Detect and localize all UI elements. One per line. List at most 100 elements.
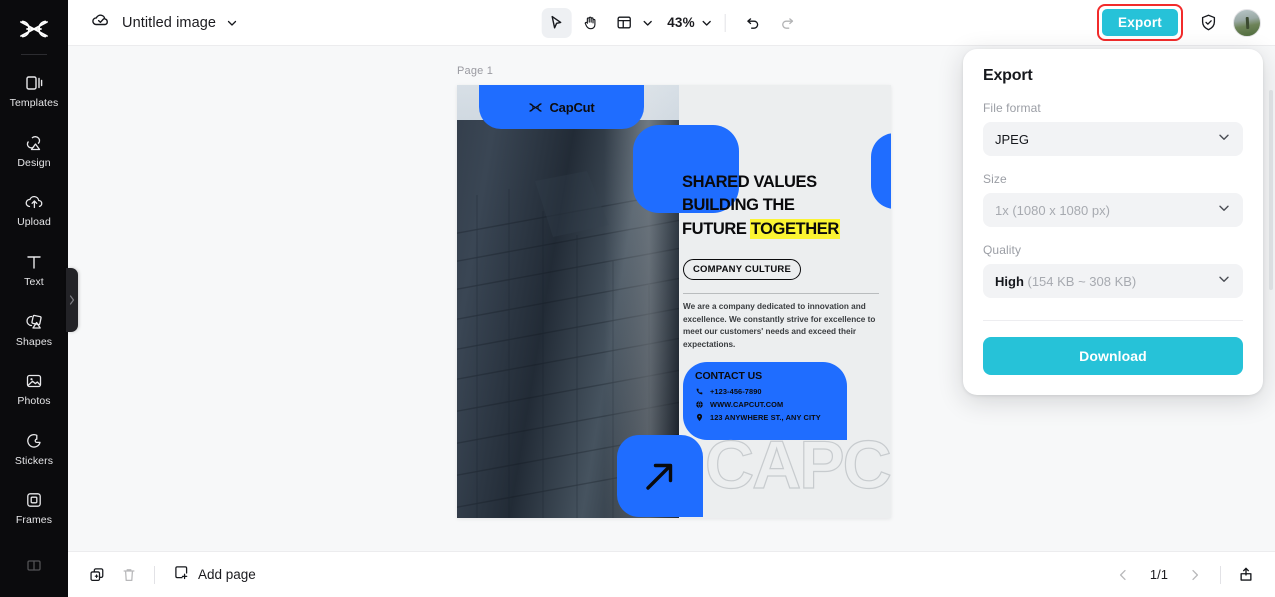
export-panel: Export File format JPEG Size 1x (1080 x … [963,49,1263,395]
quality-select[interactable]: High (154 KB ~ 308 KB) [983,264,1243,298]
outline-wordmark: CAPCUT [704,427,891,503]
document-title[interactable]: Untitled image [122,15,216,31]
file-format-label: File format [983,101,1041,115]
brand-pill-label: CapCut [549,99,595,115]
design-body-copy[interactable]: We are a company dedicated to innovation… [683,301,881,352]
sidebar-item-label: Upload [17,216,51,229]
select-tool-button[interactable] [541,7,572,38]
chevron-right-icon [1192,569,1199,580]
globe-icon [695,400,704,409]
prev-page-button[interactable] [1108,560,1138,590]
sidebar-collapse-handle[interactable] [66,268,78,332]
undo-button[interactable] [738,8,768,38]
sidebar-item-frames[interactable]: Frames [4,478,64,538]
sidebar-item-label: Templates [9,97,59,110]
size-value: 1x (1080 x 1080 px) [995,202,1110,218]
size-label: Size [983,172,1007,186]
sidebar-item-label: Text [24,276,44,289]
document-title-group: Untitled image [68,9,238,36]
layout-tool-group[interactable] [609,8,653,38]
export-box-icon [1240,567,1252,581]
export-bottom-button[interactable] [1231,560,1261,590]
capcut-logo-icon[interactable] [0,8,68,50]
headline-line-1: SHARED VALUES [682,173,817,191]
photos-icon [23,370,45,392]
bottom-toolbar: Add page 1/1 [68,551,1275,597]
more-icon [23,554,45,576]
design-rule [683,293,879,294]
sidebar-item-more[interactable] [4,537,64,597]
quality-label: Quality [983,243,1022,257]
sidebar-item-label: Frames [15,514,53,527]
size-select[interactable]: 1x (1080 x 1080 px) [983,193,1243,227]
file-format-select[interactable]: JPEG [983,122,1243,156]
quality-group: Quality High (154 KB ~ 308 KB) [983,243,1243,298]
bottombar-divider-right [1220,565,1221,584]
templates-icon [23,72,45,94]
zoom-level-value[interactable]: 43% [657,15,699,30]
next-page-button[interactable] [1180,560,1210,590]
design-page[interactable]: CapCut SHARED VALUES BUILDING THE FUTURE… [457,85,891,518]
cursor-arrow-icon [551,15,562,29]
chevron-down-icon[interactable] [226,17,238,29]
sidebar-item-label: Stickers [14,454,54,467]
toolbar-divider [724,13,726,32]
delete-page-button[interactable] [114,560,144,590]
sidebar-item-templates[interactable]: Templates [4,61,64,121]
zoom-control-group[interactable]: 43% [657,15,713,30]
export-button[interactable]: Export [1102,9,1178,36]
contact-row-web: WWW.CAPCUT.COM [695,400,835,409]
sidebar-item-stickers[interactable]: Stickers [4,418,64,478]
chevron-down-icon [1217,272,1231,291]
contact-website: WWW.CAPCUT.COM [710,400,784,409]
sidebar-item-upload[interactable]: Upload [4,180,64,240]
add-page-icon [173,564,190,586]
top-toolbar: Untitled image 43% Export [68,0,1275,46]
chevron-down-icon [1217,130,1231,149]
bottombar-right-group: 1/1 [1108,560,1261,590]
left-sidebar: Templates Design Upload Text Shapes Phot… [0,0,68,597]
page-indicator: 1/1 [1149,567,1168,582]
export-panel-title: Export [983,67,1033,84]
add-page-button[interactable]: Add page [165,559,264,591]
workspace-scrollbar[interactable] [1269,90,1273,290]
bottombar-divider [154,565,155,584]
shapes-icon [23,311,45,333]
page-label: Page 1 [457,65,494,77]
file-format-value: JPEG [995,131,1029,147]
sidebar-item-shapes[interactable]: Shapes [4,299,64,359]
sidebar-item-label: Photos [17,395,51,408]
chevron-left-icon [1119,569,1126,580]
chevron-down-icon[interactable] [641,17,653,29]
duplicate-page-button[interactable] [82,560,112,590]
chevron-down-icon [1217,201,1231,220]
sidebar-item-design[interactable]: Design [4,120,64,180]
design-headline[interactable]: SHARED VALUES BUILDING THE FUTURE TOGETH… [682,171,891,241]
sidebar-item-photos[interactable]: Photos [4,359,64,419]
redo-arrow-icon [781,18,793,29]
layout-panels-icon [617,16,631,29]
arrow-block[interactable] [617,435,703,517]
avatar[interactable] [1233,8,1261,37]
company-culture-badge[interactable]: COMPANY CULTURE [683,259,801,280]
sidebar-item-label: Design [17,156,51,169]
sidebar-item-text[interactable]: Text [4,240,64,300]
contact-address: 123 ANYWHERE ST., ANY CITY [710,413,821,422]
headline-line-2: BUILDING THE [682,196,795,215]
add-page-label: Add page [198,567,256,582]
undo-arrow-icon [746,18,758,29]
stickers-icon [23,430,45,452]
phone-icon [695,387,704,396]
redo-button[interactable] [772,8,802,38]
contact-row-address: 123 ANYWHERE ST., ANY CITY [695,413,835,422]
upload-cloud-icon [23,191,45,213]
layout-tool-button[interactable] [609,8,639,38]
hand-tool-button[interactable] [575,8,605,38]
shield-check-icon[interactable] [1195,10,1221,36]
download-button[interactable]: Download [983,337,1243,375]
cloud-saved-icon[interactable] [90,9,112,36]
quality-value: High (154 KB ~ 308 KB) [995,274,1136,289]
file-format-group: File format JPEG [983,101,1243,156]
brand-pill[interactable]: CapCut [479,85,644,129]
chevron-down-icon[interactable] [701,17,713,29]
